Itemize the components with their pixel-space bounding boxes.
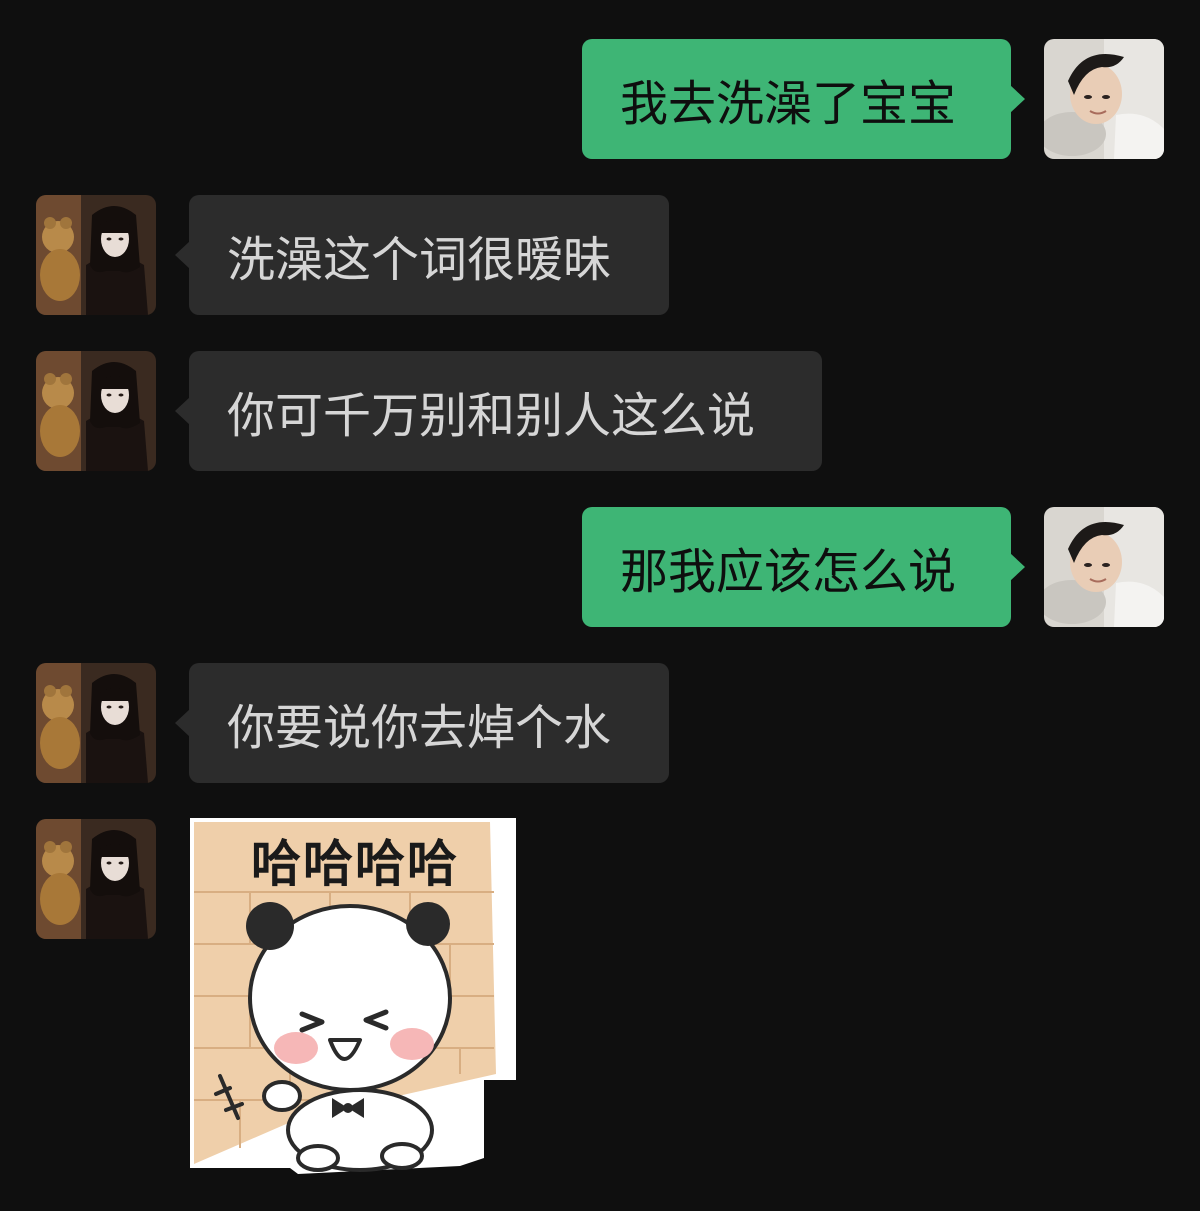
their-avatar-icon[interactable] — [36, 351, 156, 471]
message-bubble-incoming[interactable]: 你可千万别和别人这么说 — [175, 351, 822, 471]
my-avatar-icon[interactable] — [1044, 39, 1164, 159]
message-bubble-outgoing[interactable]: 我去洗澡了宝宝 — [582, 39, 1025, 159]
message-text: 洗澡这个词很暧昧 — [227, 232, 612, 288]
message-bubble-outgoing[interactable]: 那我应该怎么说 — [582, 507, 1025, 627]
message-bubble-incoming[interactable]: 你要说你去焯个水 — [175, 663, 669, 783]
my-avatar-icon[interactable] — [1044, 507, 1164, 627]
their-avatar-icon[interactable] — [36, 195, 156, 315]
message-text: 你要说你去焯个水 — [227, 700, 612, 756]
message-text: 我去洗澡了宝宝 — [620, 76, 957, 132]
message-bubble-incoming[interactable]: 洗澡这个词很暧昧 — [175, 195, 669, 315]
panda-laughing-sticker-icon[interactable]: 哈哈哈哈 — [190, 818, 516, 1178]
message-text: 你可千万别和别人这么说 — [227, 388, 756, 444]
their-avatar-icon[interactable] — [36, 819, 156, 939]
their-avatar-icon[interactable] — [36, 663, 156, 783]
message-text: 那我应该怎么说 — [620, 544, 957, 600]
sticker-caption: 哈哈哈哈 — [251, 835, 459, 893]
